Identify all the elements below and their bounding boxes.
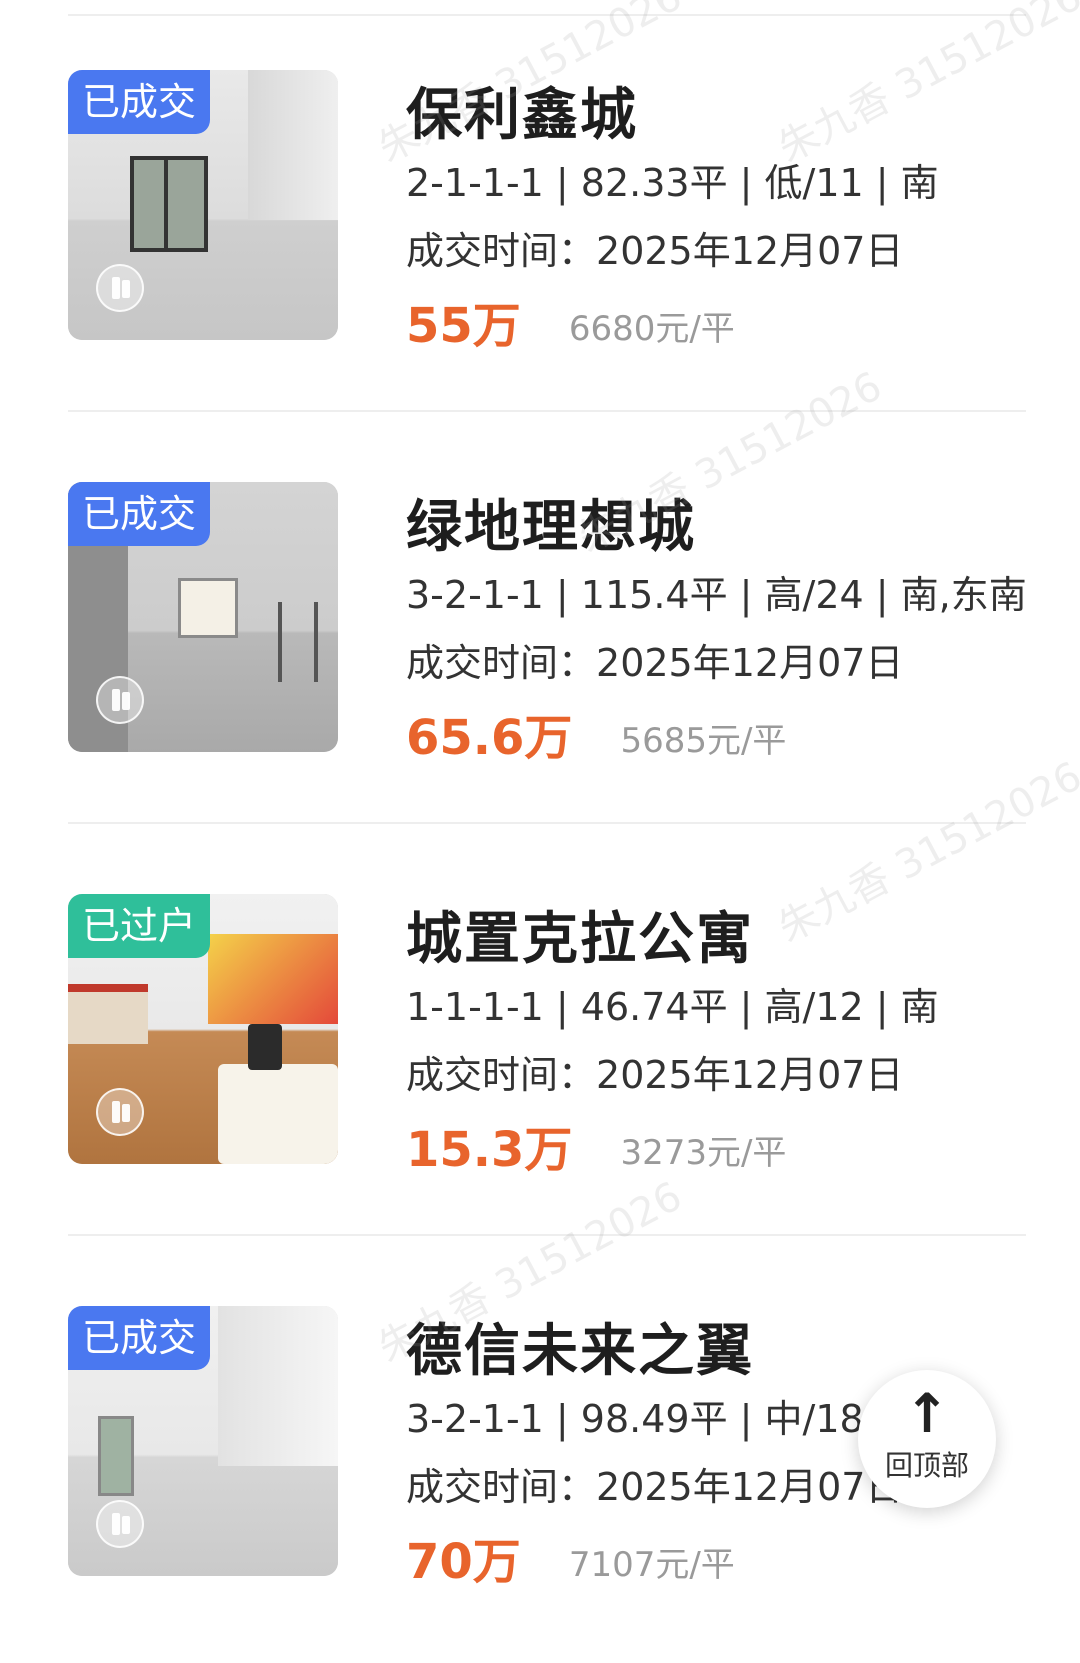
back-to-top-label: 回顶部 <box>884 1449 969 1482</box>
total-price: 55万 <box>406 298 521 354</box>
price-row: 70万 7107元/平 <box>406 1534 1046 1590</box>
deal-time-label: 成交时间： <box>406 641 597 685</box>
deal-time-value: 2025年12月07日 <box>596 1053 904 1097</box>
deal-time: 成交时间：2025年12月07日 <box>406 1050 1046 1100</box>
listing-card[interactable]: 已过户 城置克拉公寓 1-1-1-1 | 46.74平 | 高/12 | 南 成… <box>0 824 1080 1236</box>
listing-photo[interactable]: 已成交 <box>68 1306 338 1576</box>
total-price: 70万 <box>406 1534 521 1590</box>
deal-time-label: 成交时间： <box>406 1053 597 1097</box>
back-to-top-button[interactable]: ↑ 回顶部 <box>858 1370 996 1508</box>
listing-specs: 1-1-1-1 | 46.74平 | 高/12 | 南 <box>406 985 939 1029</box>
community-name: 绿地理想城 <box>406 495 696 560</box>
vr-tour-icon[interactable] <box>96 264 144 312</box>
unit-price: 5685元/平 <box>620 721 787 761</box>
listing-info: 城置克拉公寓 1-1-1-1 | 46.74平 | 高/12 | 南 成交时间：… <box>406 906 1046 1178</box>
price-row: 55万 6680元/平 <box>406 298 1046 354</box>
status-badge: 已成交 <box>68 1306 211 1370</box>
listing-photo[interactable]: 已成交 <box>68 70 338 340</box>
vr-tour-icon[interactable] <box>96 1088 144 1136</box>
deal-time: 成交时间：2025年12月07日 <box>406 638 1046 688</box>
deal-time-label: 成交时间： <box>406 229 597 273</box>
price-row: 65.6万 5685元/平 <box>406 710 1046 766</box>
status-badge: 已过户 <box>68 894 211 958</box>
listing-page: 已成交 保利鑫城 2-1-1-1 | 82.33平 | 低/11 | 南 成交时… <box>0 0 1080 1663</box>
unit-price: 7107元/平 <box>568 1545 735 1585</box>
price-row: 15.3万 3273元/平 <box>406 1122 1046 1178</box>
total-price: 65.6万 <box>406 710 573 766</box>
listing-card[interactable]: 已成交 保利鑫城 2-1-1-1 | 82.33平 | 低/11 | 南 成交时… <box>0 0 1080 412</box>
status-badge: 已成交 <box>68 482 211 546</box>
total-price: 15.3万 <box>406 1122 573 1178</box>
deal-time-label: 成交时间： <box>406 1465 597 1509</box>
listing-card[interactable]: 已成交 绿地理想城 3-2-1-1 | 115.4平 | 高/24 | 南,东南… <box>0 412 1080 824</box>
community-name: 保利鑫城 <box>406 83 638 148</box>
unit-price: 6680元/平 <box>568 309 735 349</box>
listing-photo[interactable]: 已成交 <box>68 482 338 752</box>
listing-info: 绿地理想城 3-2-1-1 | 115.4平 | 高/24 | 南,东南 成交时… <box>406 494 1046 766</box>
arrow-up-icon: ↑ <box>904 1382 950 1445</box>
listing-info: 保利鑫城 2-1-1-1 | 82.33平 | 低/11 | 南 成交时间：20… <box>406 82 1046 354</box>
unit-price: 3273元/平 <box>620 1133 787 1173</box>
status-badge: 已成交 <box>68 70 211 134</box>
listing-photo[interactable]: 已过户 <box>68 894 338 1164</box>
listing-specs: 2-1-1-1 | 82.33平 | 低/11 | 南 <box>406 161 939 205</box>
vr-tour-icon[interactable] <box>96 676 144 724</box>
community-name: 城置克拉公寓 <box>406 907 754 972</box>
deal-time-value: 2025年12月07日 <box>596 641 904 685</box>
vr-tour-icon[interactable] <box>96 1500 144 1548</box>
deal-time: 成交时间：2025年12月07日 <box>406 226 1046 276</box>
deal-time-value: 2025年12月07日 <box>596 229 904 273</box>
listing-specs: 3-2-1-1 | 115.4平 | 高/24 | 南,东南 <box>406 573 1027 617</box>
